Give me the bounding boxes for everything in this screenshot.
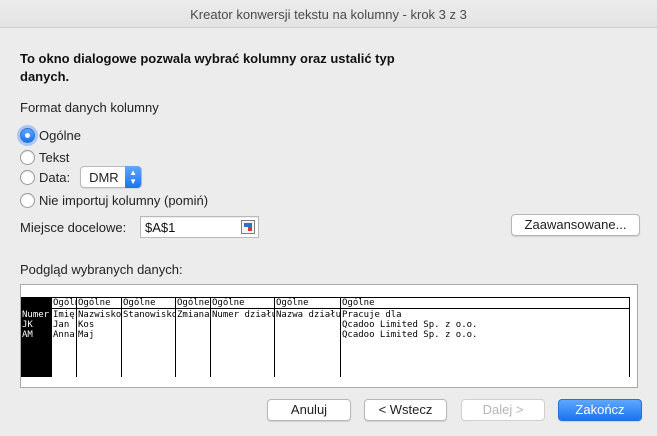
radio-text[interactable]: Tekst (20, 148, 69, 166)
next-button[interactable]: Dalej > (461, 399, 545, 421)
data-preview[interactable]: Ogólne Numer JK AM Ogólne Imię Jan Anna … (20, 284, 638, 388)
preview-header-5: Ogólne (211, 297, 275, 309)
advanced-button[interactable]: Zaawansowane... (511, 214, 640, 236)
finish-button[interactable]: Zakończ (558, 399, 642, 421)
title-bar: Kreator konwersji tekstu na kolumny - kr… (0, 0, 657, 28)
column-format-label: Format danych kolumny (20, 100, 159, 115)
preview-header-4: Ogólne (176, 297, 211, 309)
preview-cell: Anna (53, 330, 75, 340)
cancel-button[interactable]: Anuluj (267, 399, 351, 421)
radio-skip[interactable]: Nie importuj kolumny (pomiń) (20, 191, 208, 209)
destination-label: Miejsce docelowe: (20, 220, 127, 235)
radio-skip-button[interactable] (20, 192, 35, 208)
preview-header-1: Ogólne (52, 297, 77, 309)
radio-skip-label: Nie importuj kolumny (pomiń) (39, 192, 209, 208)
preview-header-3: Ogólne (122, 297, 176, 309)
preview-header-0: Ogólne (21, 297, 52, 309)
preview-cell: AM (22, 330, 33, 340)
radio-date[interactable]: Data: DMR ▲ ▼ (20, 166, 143, 188)
preview-column-4[interactable] (176, 297, 211, 377)
radio-date-button[interactable] (20, 169, 35, 185)
preview-label: Podgląd wybranych danych: (20, 262, 183, 277)
select-arrows-icon: ▲ ▼ (125, 166, 142, 188)
radio-text-label: Tekst (39, 149, 70, 165)
radio-general-button[interactable] (20, 127, 35, 143)
preview-cell: Jan (53, 320, 70, 330)
range-select-icon[interactable] (241, 220, 255, 234)
preview-cell: Qcadoo Limited Sp. z o.o. (342, 320, 478, 330)
preview-cell: Imię (53, 310, 75, 320)
preview-cell: Pracuje dla (342, 310, 402, 320)
back-button[interactable]: < Wstecz (364, 399, 447, 421)
date-format-select[interactable]: DMR ▲ ▼ (80, 166, 143, 188)
destination-input[interactable]: $A$1 (140, 216, 259, 238)
preview-cell: Nazwa działu (276, 310, 340, 320)
preview-header-2: Ogólne (77, 297, 122, 309)
radio-general-label: Ogólne (39, 127, 81, 143)
preview-cell: Qcadoo Limited Sp. z o.o. (342, 330, 478, 340)
preview-column-5[interactable] (211, 297, 275, 377)
preview-cell: Maj (78, 330, 95, 340)
preview-column-3[interactable] (122, 297, 176, 377)
date-format-value: DMR (89, 169, 119, 185)
preview-cell: Numer (22, 310, 50, 320)
radio-general[interactable]: Ogólne (20, 126, 81, 144)
preview-cell: Kos (78, 320, 95, 330)
window-title: Kreator konwersji tekstu na kolumny - kr… (190, 7, 467, 22)
preview-column-6[interactable] (275, 297, 341, 377)
preview-cell: Numer działu (212, 310, 274, 320)
preview-cell: Stanowisko (123, 310, 175, 320)
preview-cell: JK (22, 320, 33, 330)
preview-cell: Nazwisko (78, 310, 121, 320)
preview-header-6: Ogólne (275, 297, 341, 309)
intro-text: To okno dialogowe pozwala wybrać kolumny… (20, 51, 395, 84)
preview-header-7: Ogólne (341, 297, 630, 309)
preview-cell: Zmiana (177, 310, 210, 320)
radio-text-button[interactable] (20, 149, 35, 165)
radio-date-label: Data: (39, 169, 71, 185)
destination-value: $A$1 (145, 220, 176, 235)
